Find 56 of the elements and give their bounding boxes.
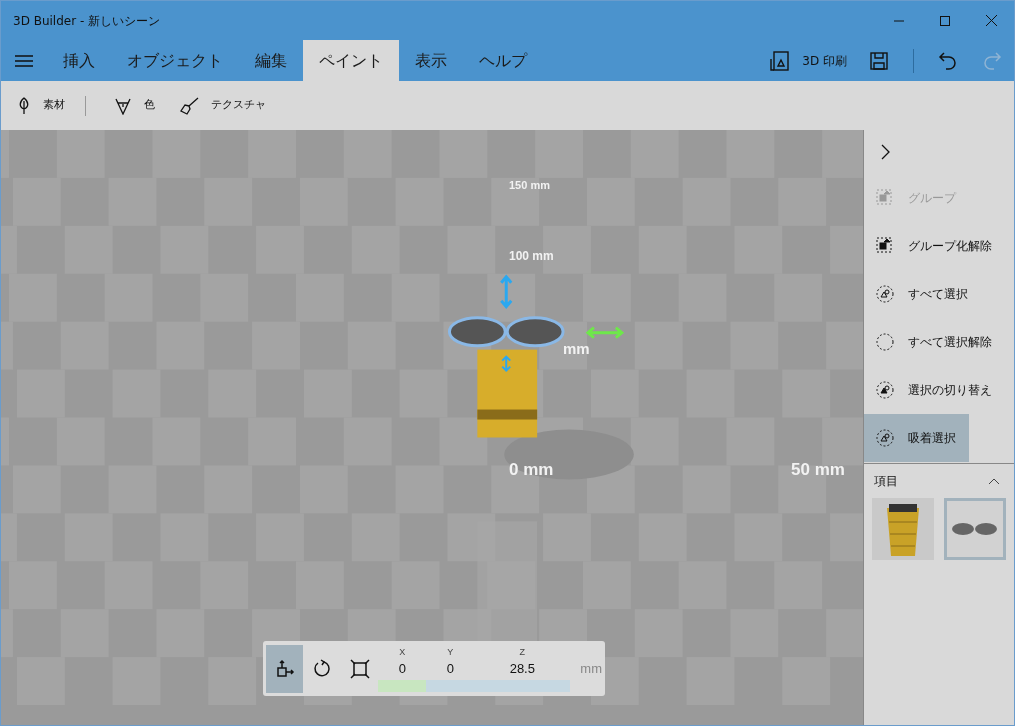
menu-tab[interactable]: 挿入 [47, 40, 111, 81]
panel-action-button[interactable]: 吸着選択 [864, 414, 969, 462]
axis-label: Z [519, 645, 526, 658]
section-title: 項目 [874, 473, 898, 490]
brush-icon [179, 96, 199, 115]
discs-icon [951, 521, 999, 537]
axis-label: Y [447, 645, 454, 658]
printer-icon [770, 50, 791, 71]
unit-label: mm [580, 659, 602, 678]
undo-icon [938, 50, 958, 71]
window-title: 3D Builder - 新しいシーン [13, 12, 162, 30]
panel-action-button[interactable]: すべて選択解除 [864, 318, 1004, 366]
menu-tab[interactable]: ペイント [303, 40, 399, 81]
scale-label: mm [563, 339, 590, 359]
menu-icon [15, 54, 33, 67]
axis-label: X [399, 645, 406, 658]
scale-label: 0 mm [509, 459, 554, 481]
scale-label: 100 mm [509, 248, 554, 265]
save-icon [870, 51, 888, 70]
move-icon [274, 658, 295, 679]
menu-tab[interactable]: ヘルプ [463, 40, 543, 81]
group-icon [876, 189, 894, 207]
panel-action-button[interactable]: 選択の切り替え [864, 366, 1004, 414]
coordinate-field[interactable]: 28.5 [474, 657, 571, 692]
chevron-icon [988, 477, 1000, 485]
chevron-right-icon [881, 144, 891, 160]
scale-label: 50 mm [791, 459, 845, 481]
leaf-icon [17, 96, 31, 115]
coordinate-field[interactable]: 0 [426, 657, 475, 692]
menu-tab[interactable]: 編集 [239, 40, 303, 81]
viewport[interactable]: 150 mm 100 mm mm 0 mm 50 mm X 0 Y 0 Z 28.5 mm [1, 130, 863, 725]
object-thumbnail[interactable] [872, 498, 934, 560]
toolbar-button[interactable]: テクスチャ [175, 87, 270, 124]
shapes-icon [876, 381, 894, 399]
maximize-icon [940, 15, 950, 26]
panel-action-button[interactable]: すべて選択 [864, 270, 980, 318]
circle-icon [876, 333, 894, 351]
toolbar-button[interactable]: 色 [110, 87, 159, 124]
transform-mode-button[interactable] [266, 644, 304, 693]
scale-icon [349, 658, 370, 679]
group-icon [876, 237, 894, 255]
menu-tab[interactable]: 表示 [399, 40, 463, 81]
close-icon [985, 15, 997, 26]
object-thumbnail[interactable] [944, 498, 1006, 560]
redo-icon [982, 50, 1002, 71]
pen-icon [114, 96, 132, 115]
toolbar-button[interactable]: 素材 [13, 87, 69, 124]
print-button[interactable]: 3D 印刷 [760, 40, 857, 81]
shapes-icon [876, 429, 894, 447]
coordinate-field[interactable]: 0 [378, 657, 427, 692]
scale-label: 150 mm [509, 178, 550, 193]
minimize-icon [894, 19, 904, 22]
panel-action-button[interactable]: グループ化解除 [864, 222, 1004, 270]
rotate-icon [312, 658, 333, 679]
shapes-icon [876, 285, 894, 303]
menu-tab[interactable]: オブジェクト [111, 40, 239, 81]
